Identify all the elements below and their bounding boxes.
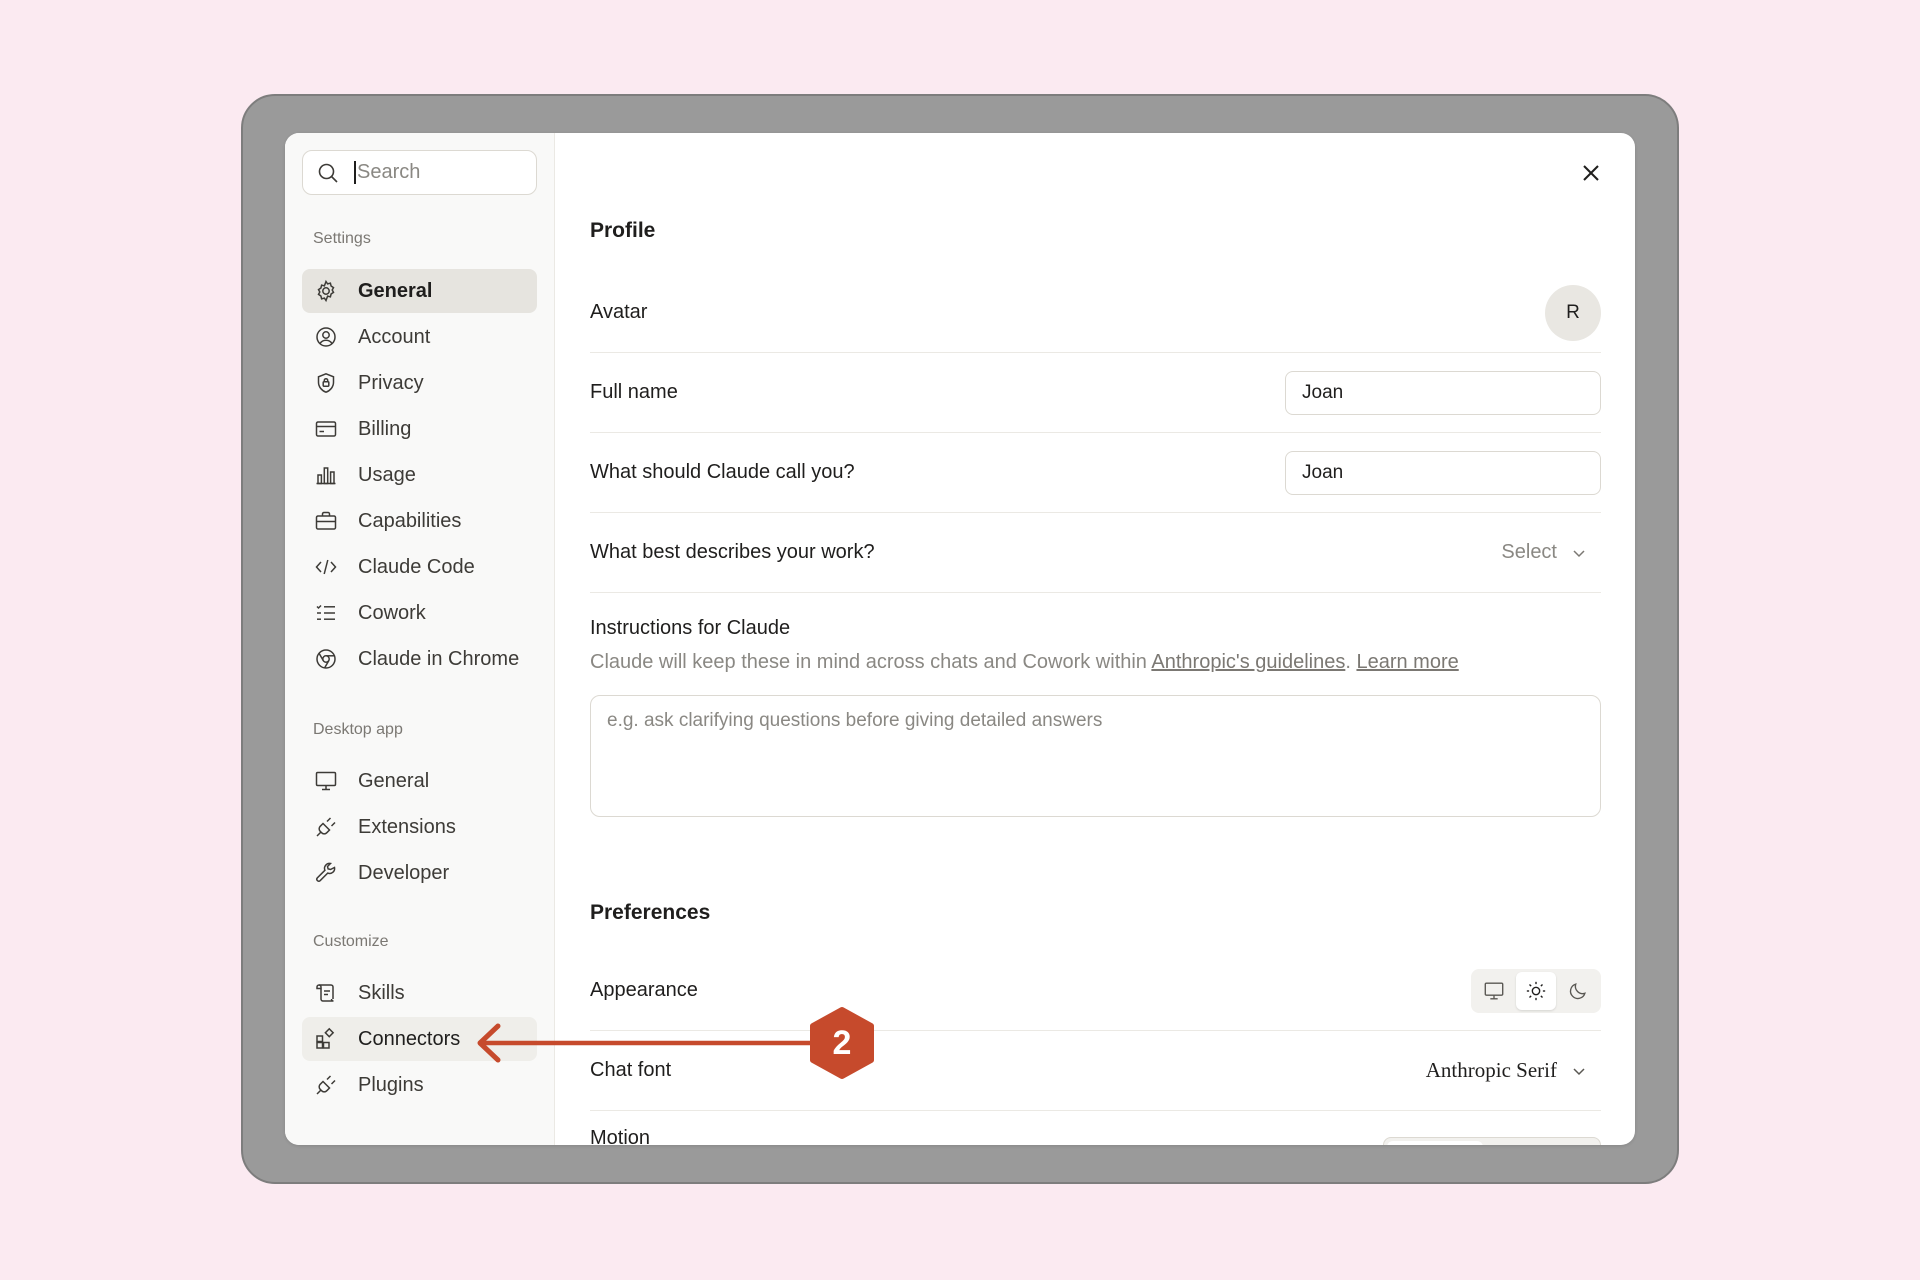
checklist-icon bbox=[316, 604, 335, 620]
scroll-icon bbox=[316, 984, 334, 1002]
section-label-settings: Settings bbox=[313, 230, 371, 247]
search-icon bbox=[318, 163, 338, 183]
nickname-row: What should Claude call you? bbox=[590, 433, 1601, 513]
sidebar-item-developer[interactable]: Developer bbox=[302, 851, 537, 895]
instructions-description-text: Claude will keep these in mind across ch… bbox=[590, 651, 1147, 673]
preferences-heading: Preferences bbox=[590, 901, 711, 924]
sidebar-item-cowork[interactable]: Cowork bbox=[302, 591, 537, 635]
sidebar-item-label: Account bbox=[358, 325, 431, 348]
sidebar-item-general[interactable]: General bbox=[302, 269, 537, 313]
instructions-description: Claude will keep these in mind across ch… bbox=[590, 651, 1459, 674]
sidebar-item-claude-in-chrome[interactable]: Claude in Chrome bbox=[302, 637, 537, 681]
full-name-label: Full name bbox=[590, 381, 678, 403]
full-name-row: Full name bbox=[590, 353, 1601, 433]
plug-icon bbox=[316, 817, 336, 837]
work-select-value: Select bbox=[1501, 541, 1557, 563]
settings-content: Profile Avatar R Full name What should C… bbox=[556, 133, 1635, 1145]
sidebar-item-extensions[interactable]: Extensions bbox=[302, 805, 537, 849]
nickname-field[interactable] bbox=[1285, 450, 1601, 495]
sidebar-item-skills[interactable]: Skills bbox=[302, 971, 537, 1015]
sidebar-item-label: Claude Code bbox=[358, 555, 475, 578]
instructions-textarea[interactable] bbox=[590, 695, 1601, 817]
motion-toggle[interactable] bbox=[1383, 1137, 1601, 1145]
nickname-label: What should Claude call you? bbox=[590, 461, 855, 483]
full-name-field[interactable] bbox=[1285, 370, 1601, 415]
sidebar-item-label: General bbox=[358, 769, 430, 792]
appearance-toggle bbox=[1471, 968, 1601, 1013]
connectors-icon bbox=[316, 1027, 335, 1049]
sidebar-item-label: Connectors bbox=[358, 1027, 461, 1050]
sidebar-item-label: General bbox=[358, 279, 433, 302]
chat-font-select[interactable]: Anthropic Serif bbox=[1426, 1058, 1601, 1083]
monitor-icon bbox=[1484, 982, 1504, 999]
close-icon bbox=[1583, 165, 1599, 181]
appearance-system-option[interactable] bbox=[1474, 972, 1514, 1010]
code-icon bbox=[315, 559, 337, 575]
sidebar-item-label: Capabilities bbox=[358, 509, 462, 532]
settings-window: Settings General Account Privacy Billing… bbox=[285, 133, 1635, 1145]
search-box[interactable] bbox=[302, 150, 537, 195]
sidebar-item-account[interactable]: Account bbox=[302, 315, 537, 359]
sidebar-item-label: Cowork bbox=[358, 601, 426, 624]
sidebar-item-label: Skills bbox=[358, 981, 405, 1004]
settings-sidebar: Settings General Account Privacy Billing… bbox=[285, 133, 555, 1145]
sidebar-item-label: Plugins bbox=[358, 1073, 424, 1096]
sidebar-item-privacy[interactable]: Privacy bbox=[302, 361, 537, 405]
profile-heading: Profile bbox=[590, 219, 656, 242]
plug-icon bbox=[316, 1075, 336, 1095]
monitor-icon bbox=[315, 771, 337, 791]
close-button[interactable] bbox=[1579, 161, 1603, 185]
appearance-row: Appearance bbox=[590, 951, 1601, 1031]
search-input[interactable] bbox=[354, 161, 524, 184]
appearance-label: Appearance bbox=[590, 979, 698, 1001]
sidebar-item-usage[interactable]: Usage bbox=[302, 453, 537, 497]
sidebar-item-label: Claude in Chrome bbox=[358, 647, 520, 670]
gear-icon bbox=[317, 279, 335, 303]
moon-icon bbox=[1569, 982, 1586, 999]
chevron-down-icon bbox=[1573, 1067, 1585, 1075]
sun-icon bbox=[1526, 981, 1546, 1000]
appearance-dark-option[interactable] bbox=[1558, 972, 1598, 1010]
sidebar-item-label: Extensions bbox=[358, 815, 456, 838]
motion-label: Motion bbox=[590, 1127, 651, 1145]
chevron-down-icon bbox=[1573, 549, 1585, 557]
appearance-light-option[interactable] bbox=[1516, 971, 1556, 1010]
sidebar-item-label: Developer bbox=[358, 861, 450, 884]
sidebar-item-billing[interactable]: Billing bbox=[302, 407, 537, 451]
section-label-customize: Customize bbox=[313, 933, 389, 950]
user-circle-icon bbox=[316, 327, 336, 347]
sidebar-item-label: Privacy bbox=[358, 371, 424, 394]
sidebar-item-connectors[interactable]: Connectors bbox=[302, 1017, 537, 1061]
chat-font-value: Anthropic Serif bbox=[1425, 1058, 1557, 1082]
chrome-icon bbox=[316, 649, 336, 669]
section-label-desktop: Desktop app bbox=[313, 721, 403, 738]
sidebar-item-label: Billing bbox=[358, 417, 412, 440]
credit-card-icon bbox=[315, 421, 337, 437]
work-select[interactable]: Select bbox=[1501, 541, 1601, 564]
sidebar-item-plugins[interactable]: Plugins bbox=[302, 1063, 537, 1107]
work-row: What best describes your work? Select bbox=[590, 513, 1601, 593]
instructions-label: Instructions for Claude bbox=[590, 617, 791, 639]
bar-chart-icon bbox=[316, 467, 336, 485]
work-label: What best describes your work? bbox=[590, 541, 875, 563]
wrench-icon bbox=[316, 862, 336, 882]
learn-more-link[interactable]: Learn more bbox=[1356, 651, 1458, 673]
guidelines-link[interactable]: Anthropic's guidelines bbox=[1151, 651, 1345, 673]
chat-font-label: Chat font bbox=[590, 1059, 672, 1081]
avatar-label: Avatar bbox=[590, 301, 648, 323]
shield-lock-icon bbox=[317, 372, 335, 394]
annotation-step-number: 2 bbox=[832, 1023, 852, 1062]
sidebar-item-claude-code[interactable]: Claude Code bbox=[302, 545, 537, 589]
briefcase-icon bbox=[315, 511, 337, 530]
avatar[interactable]: R bbox=[1545, 284, 1601, 341]
chat-font-row: Chat font Anthropic Serif bbox=[590, 1031, 1601, 1111]
avatar-row: Avatar R bbox=[590, 273, 1601, 353]
sidebar-item-desktop-general[interactable]: General bbox=[302, 759, 537, 803]
sidebar-item-capabilities[interactable]: Capabilities bbox=[302, 499, 537, 543]
sidebar-item-label: Usage bbox=[358, 463, 416, 486]
motion-option[interactable] bbox=[1387, 1141, 1483, 1145]
period: . bbox=[1345, 651, 1351, 673]
